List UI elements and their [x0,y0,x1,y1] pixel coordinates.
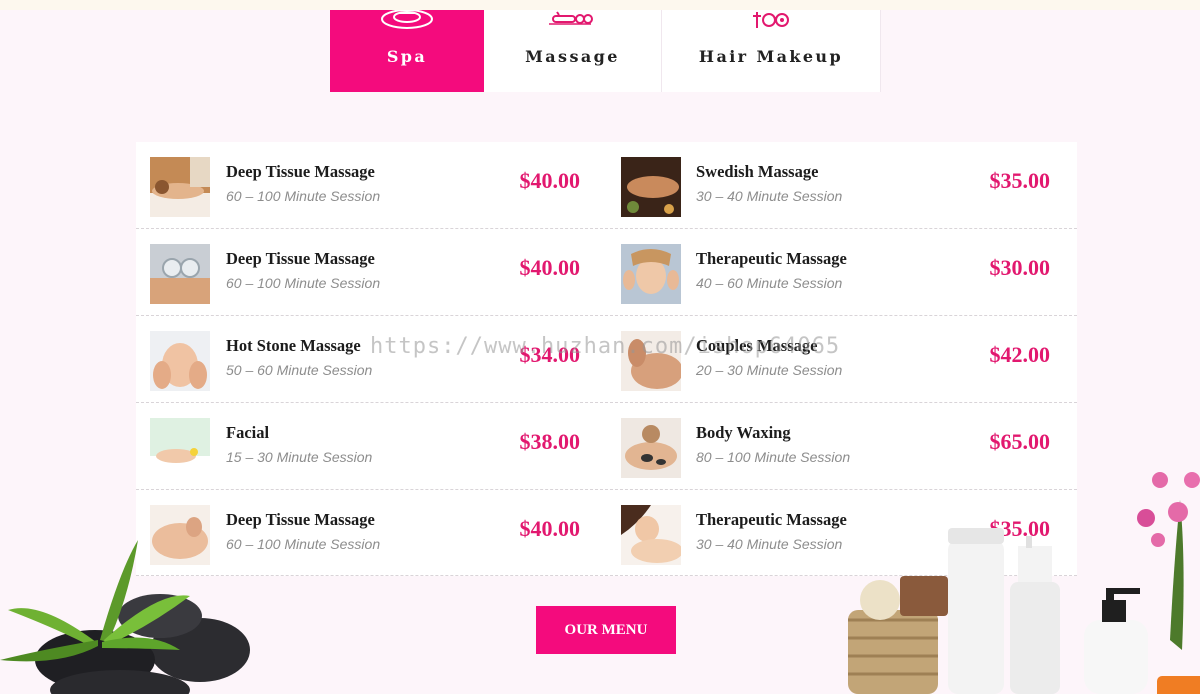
service-price: $35.00 [989,168,1051,193]
service-name: Swedish Massage [696,162,819,181]
service-price: $40.00 [519,516,581,541]
service-price: $40.00 [519,168,581,193]
service-price: $65.00 [989,429,1051,454]
menu-item[interactable]: Deep Tissue Massage 60 – 100 Minute Sess… [136,142,606,229]
our-menu-button[interactable]: OUR MENU [536,606,676,654]
service-duration: 60 – 100 Minute Session [226,275,381,291]
service-tabs: Spa Massage Hair Makeup [330,10,881,92]
service-name: Therapeutic Massage [696,510,847,529]
watermark-text: https://www.huzhan.com/ishop64065 [370,334,841,359]
spa-bowl-icon [381,10,433,29]
service-duration: 60 – 100 Minute Session [226,188,381,204]
service-price: $30.00 [989,255,1051,280]
massage-tools-icon [548,11,593,25]
service-duration: 30 – 40 Minute Session [696,536,843,552]
top-strip [0,0,1200,10]
service-duration: 40 – 60 Minute Session [696,275,843,291]
service-name: Body Waxing [696,423,791,442]
swedish-massage-photo [621,157,681,217]
menu-item[interactable]: Facial 15 – 30 Minute Session $38.00 [136,403,606,490]
menu-item[interactable]: Swedish Massage 30 – 40 Minute Session $… [606,142,1077,229]
menu-item[interactable]: Hot Stone Massage 50 – 60 Minute Session… [136,316,606,403]
service-name: Therapeutic Massage [696,249,847,268]
service-price: $42.00 [989,342,1051,367]
menu-item[interactable]: Deep Tissue Massage 60 – 100 Minute Sess… [136,229,606,316]
service-price: $38.00 [519,429,581,454]
service-name: Deep Tissue Massage [226,510,375,529]
service-name: Deep Tissue Massage [226,249,375,268]
service-duration: 30 – 40 Minute Session [696,188,843,204]
tab-hair-makeup[interactable]: Hair Makeup [662,10,881,92]
scroll-to-top-button[interactable] [1157,676,1200,694]
massage-back-photo [150,157,210,217]
cupping-photo [150,244,210,304]
tab-massage[interactable]: Massage [484,10,662,92]
relaxing-woman-photo [621,505,681,565]
hot-stone-photo [621,418,681,478]
service-price: $40.00 [519,255,581,280]
service-duration: 50 – 60 Minute Session [226,362,373,378]
service-name: Facial [226,423,270,442]
service-name: Hot Stone Massage [226,336,361,355]
service-name: Deep Tissue Massage [226,162,375,181]
service-duration: 80 – 100 Minute Session [696,449,851,465]
service-duration: 20 – 30 Minute Session [696,362,843,378]
tab-label-spa: Spa [386,47,428,66]
service-duration: 15 – 30 Minute Session [226,449,373,465]
facial-photo [150,418,210,478]
foot-massage-photo [150,331,210,391]
tab-spa[interactable]: Spa [330,10,484,92]
spa-products-decoration [848,472,1200,694]
menu-item[interactable]: Couples Massage 20 – 30 Minute Session $… [606,316,1077,403]
stones-leaves-decoration [0,540,250,694]
tab-label-massage: Massage [525,47,620,66]
tab-label-hair-makeup: Hair Makeup [698,47,844,66]
menu-item[interactable]: Therapeutic Massage 40 – 60 Minute Sessi… [606,229,1077,316]
hair-makeup-icon [753,12,789,28]
face-massage-photo [621,244,681,304]
